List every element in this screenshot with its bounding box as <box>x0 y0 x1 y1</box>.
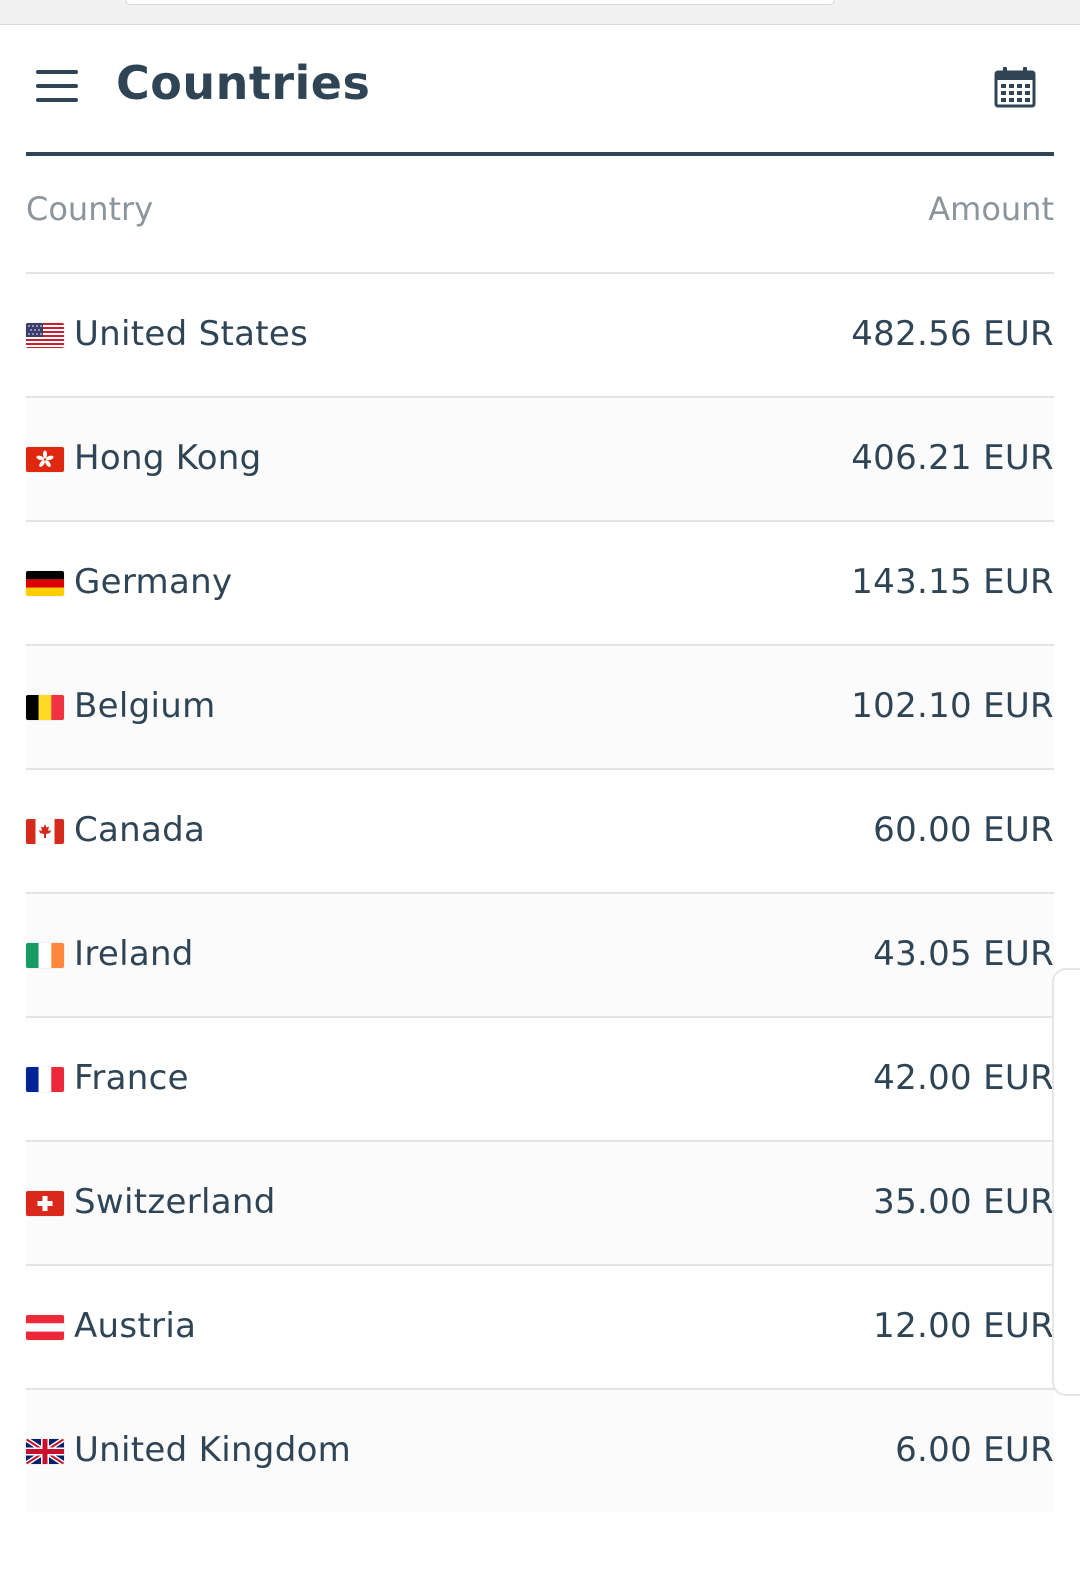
us-flag-icon <box>26 323 64 348</box>
page-title: Countries <box>116 56 371 110</box>
table-row[interactable]: Ireland 43.05 EUR <box>26 894 1054 1018</box>
scroll-handle[interactable] <box>1052 968 1080 1396</box>
ie-flag-icon <box>26 943 64 968</box>
country-name: Switzerland <box>74 1182 276 1222</box>
country-name: United States <box>74 314 309 354</box>
country-name: Canada <box>74 810 206 850</box>
country-name: Austria <box>74 1306 197 1346</box>
gb-flag-icon <box>26 1439 64 1464</box>
hk-flag-icon <box>26 447 64 472</box>
country-name: Ireland <box>74 934 194 974</box>
amount-value: 35.00 EUR <box>873 1182 1054 1222</box>
be-flag-icon <box>26 695 64 720</box>
countries-table-body: United States 482.56 EUR Hong Kong 406.2… <box>26 274 1054 1512</box>
country-name: Germany <box>74 562 233 602</box>
country-name: United Kingdom <box>74 1430 352 1470</box>
amount-value: 406.21 EUR <box>851 438 1054 478</box>
countries-page: Countries Country Amount United States 4… <box>0 0 1080 1595</box>
column-header-country[interactable]: Country <box>26 190 153 228</box>
at-flag-icon <box>26 1315 64 1340</box>
fr-flag-icon <box>26 1067 64 1092</box>
amount-value: 102.10 EUR <box>851 686 1054 726</box>
amount-value: 482.56 EUR <box>851 314 1054 354</box>
amount-value: 43.05 EUR <box>873 934 1054 974</box>
country-name: Hong Kong <box>74 438 262 478</box>
table-row[interactable]: France 42.00 EUR <box>26 1018 1054 1142</box>
table-row[interactable]: Germany 143.15 EUR <box>26 522 1054 646</box>
amount-value: 42.00 EUR <box>873 1058 1054 1098</box>
hamburger-menu-icon[interactable] <box>36 70 80 104</box>
column-header-amount[interactable]: Amount <box>928 190 1054 228</box>
table-row[interactable]: Austria 12.00 EUR <box>26 1266 1054 1390</box>
page-header: Countries <box>26 26 1054 156</box>
calendar-icon[interactable] <box>992 64 1038 110</box>
table-row[interactable]: Canada 60.00 EUR <box>26 770 1054 894</box>
table-row[interactable]: Belgium 102.10 EUR <box>26 646 1054 770</box>
ch-flag-icon <box>26 1191 64 1216</box>
browser-top-strip <box>0 0 1080 25</box>
amount-value: 60.00 EUR <box>873 810 1054 850</box>
table-row[interactable]: Hong Kong 406.21 EUR <box>26 398 1054 522</box>
amount-value: 143.15 EUR <box>851 562 1054 602</box>
address-bar[interactable] <box>125 0 835 5</box>
table-row[interactable]: United States 482.56 EUR <box>26 274 1054 398</box>
ca-flag-icon <box>26 819 64 844</box>
country-name: France <box>74 1058 189 1098</box>
amount-value: 6.00 EUR <box>895 1430 1054 1470</box>
table-row[interactable]: United Kingdom 6.00 EUR <box>26 1390 1054 1512</box>
table-row[interactable]: Switzerland 35.00 EUR <box>26 1142 1054 1266</box>
amount-value: 12.00 EUR <box>873 1306 1054 1346</box>
table-header: Country Amount <box>26 152 1054 274</box>
de-flag-icon <box>26 571 64 596</box>
country-name: Belgium <box>74 686 216 726</box>
